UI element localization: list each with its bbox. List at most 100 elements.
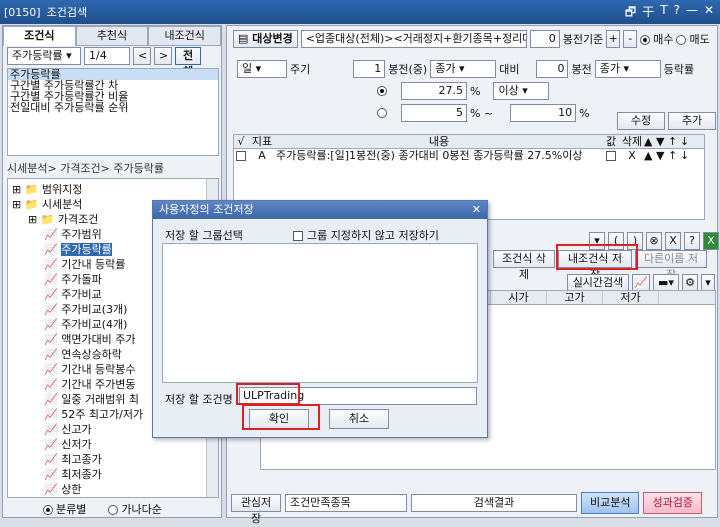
radio-buy[interactable]: 매수 bbox=[640, 31, 673, 47]
row-up-icon[interactable]: ▲ bbox=[644, 149, 656, 163]
value2-input[interactable]: 5 bbox=[401, 104, 467, 122]
close-icon[interactable]: ✕ bbox=[704, 3, 714, 24]
tree-item[interactable]: 📈 상한 bbox=[44, 482, 81, 497]
chart-icon: 📈 bbox=[44, 318, 62, 331]
restore-icon[interactable]: 🗗 bbox=[625, 3, 636, 24]
condition-select[interactable]: 주가등락률 ▾ bbox=[7, 47, 81, 65]
value-row-2: 5 % ~ 10 % bbox=[377, 104, 590, 122]
tab-my-conditions[interactable]: 내조건식 bbox=[148, 26, 222, 46]
grid-col-bottom: ↓ bbox=[680, 135, 690, 148]
tab-recommended[interactable]: 추천식 bbox=[75, 26, 149, 46]
left-tabs: 조건식 추천식 내조건식 bbox=[3, 26, 222, 46]
tree-item[interactable]: 📈 기간내 주가변동 bbox=[44, 377, 136, 392]
condition-toolbar: 주가등락률 ▾ 1/4 < > 전체 bbox=[7, 47, 201, 78]
plus-button[interactable]: + bbox=[606, 30, 621, 48]
circle-icon[interactable]: ⊗ bbox=[646, 232, 662, 250]
change-target-button[interactable]: ▤ 대상변경 bbox=[233, 30, 298, 48]
performance-verify-button[interactable]: 성과검증 bbox=[643, 492, 702, 514]
delete-condition-button[interactable]: 조건식 삭제 bbox=[493, 250, 555, 281]
tree-item[interactable]: 📈 신저가 bbox=[44, 437, 92, 452]
pct-tilde-label: % ~ bbox=[470, 106, 494, 120]
question-icon[interactable]: ? bbox=[684, 232, 700, 250]
tree-item[interactable]: ⊞ 📁 범위지정 bbox=[12, 182, 82, 197]
tree-item[interactable]: 📈 최저종가 bbox=[44, 467, 102, 482]
tree-item-label: 액면가대비 주가 bbox=[61, 333, 136, 346]
radio-sell[interactable]: 매도 bbox=[676, 31, 710, 47]
add-button[interactable]: 추가 bbox=[668, 112, 716, 130]
row-delete[interactable]: X bbox=[620, 149, 644, 163]
row-value-checkbox[interactable] bbox=[606, 151, 616, 161]
window-titlebar: [0150] 조건검색 🗗 干 T ? — ✕ bbox=[0, 0, 720, 24]
bong-input[interactable]: 0 bbox=[529, 30, 560, 48]
tree-item[interactable]: 📈 주가등락률 bbox=[44, 242, 112, 257]
x-icon[interactable]: X bbox=[665, 232, 681, 250]
table-row[interactable]: A 주가등락률:[일]1봉전(중) 종가대비 0봉전 종가등락률 27.5%이상… bbox=[234, 149, 704, 163]
font-icon[interactable]: T bbox=[660, 3, 667, 24]
tree-item[interactable]: 📈 주가돌파 bbox=[44, 272, 102, 287]
bong2-input[interactable]: 0 bbox=[536, 60, 569, 78]
help-icon[interactable]: ? bbox=[674, 3, 680, 24]
tree-item[interactable]: 📈 신고가 bbox=[44, 422, 92, 437]
tree-item-label: 최고종가 bbox=[61, 453, 102, 466]
tree-item[interactable]: 📈 최고종가 bbox=[44, 452, 102, 467]
close-icon[interactable]: ✕ bbox=[472, 201, 481, 219]
row-checkbox[interactable] bbox=[236, 151, 246, 161]
save-favorites-button[interactable]: 관심저장 bbox=[231, 494, 281, 525]
group-list[interactable] bbox=[162, 243, 478, 383]
pin-icon[interactable]: 干 bbox=[642, 3, 654, 24]
tree-item[interactable]: 📈 일중 거래범위 최 bbox=[44, 392, 139, 407]
tree-item[interactable]: 📈 기간내 등락봉수 bbox=[44, 362, 136, 377]
radio-value-2[interactable] bbox=[377, 108, 387, 118]
value3-input[interactable]: 10 bbox=[510, 104, 577, 122]
tree-item[interactable]: 📈 기간내 등락률 bbox=[44, 257, 125, 272]
pct-label: % bbox=[470, 84, 481, 98]
price-select-2[interactable]: 종가 ▾ bbox=[594, 60, 661, 78]
grid-col-check: √ bbox=[237, 135, 245, 148]
radio-value-1[interactable] bbox=[377, 86, 387, 96]
excel-icon[interactable]: X bbox=[703, 232, 719, 250]
row-top-icon[interactable]: ↑ bbox=[668, 149, 680, 163]
value1-input[interactable]: 27.5 bbox=[401, 82, 467, 100]
tree-item[interactable]: 📈 52주 최고가/저가 bbox=[44, 407, 143, 422]
tree-item[interactable]: 📈 연속상승하락 bbox=[44, 347, 122, 362]
tree-item-label: 신고가 bbox=[61, 423, 92, 436]
chart-icon: 📈 bbox=[44, 273, 62, 286]
tree-item[interactable]: 📈 주가비교(3개) bbox=[44, 302, 127, 317]
radio-alphabetical[interactable]: 가나다순 bbox=[108, 501, 162, 517]
compare-analysis-button[interactable]: 비교분석 bbox=[581, 492, 640, 514]
tree-item[interactable]: 📈 주가범위 bbox=[44, 227, 102, 242]
bong1-label: 봉전(중) bbox=[388, 63, 428, 76]
period-select[interactable]: 일 ▾ bbox=[237, 60, 287, 78]
prev-button[interactable]: < bbox=[133, 47, 151, 65]
window-controls: 🗗 干 T ? — ✕ bbox=[625, 3, 714, 24]
tree-item[interactable]: 📈 주가비교 bbox=[44, 287, 102, 302]
tree-item[interactable]: ⊞ 📁 가격조건 bbox=[28, 212, 98, 227]
chart-icon: 📈 bbox=[44, 303, 62, 316]
row-bottom-icon[interactable]: ↓ bbox=[680, 149, 692, 163]
tree-item-label: 최저종가 bbox=[61, 468, 102, 481]
condition-select-2[interactable]: 이상 ▾ bbox=[493, 82, 550, 100]
list-item[interactable]: 전일대비 주가등락률 순위 bbox=[8, 102, 218, 113]
tab-conditions[interactable]: 조건식 bbox=[3, 26, 76, 46]
next-button[interactable]: > bbox=[154, 47, 172, 65]
bottom-bar: 관심저장 조건만족종목 검색결과 비교분석 성과검증 bbox=[227, 488, 717, 525]
radio-by-category[interactable]: 분류별 bbox=[43, 501, 86, 517]
save-as-button[interactable]: 다른이름 저장 bbox=[635, 250, 707, 281]
edit-button[interactable]: 수정 bbox=[617, 112, 665, 130]
chart-icon: 📈 bbox=[44, 408, 62, 421]
minus-button[interactable]: - bbox=[623, 30, 638, 48]
chart-icon: 📈 bbox=[44, 393, 62, 406]
cancel-button[interactable]: 취소 bbox=[329, 409, 389, 429]
row-down-icon[interactable]: ▼ bbox=[656, 149, 668, 163]
tree-item-label: 범위지정 bbox=[41, 183, 83, 196]
bong1-input[interactable]: 1 bbox=[353, 60, 386, 78]
tree-item-label: 주가돌파 bbox=[61, 273, 102, 286]
tree-item[interactable]: ⊞ 📁 시세분석 bbox=[12, 197, 82, 212]
price-select[interactable]: 종가 ▾ bbox=[430, 60, 497, 78]
grid-col-up: ▲ bbox=[644, 135, 653, 148]
all-button[interactable]: 전체 bbox=[175, 47, 201, 78]
tree-item[interactable]: 📈 주가비교(4개) bbox=[44, 317, 127, 332]
no-group-option[interactable]: 그룹 지정하지 않고 저장하기 bbox=[293, 227, 439, 243]
tree-item[interactable]: 📈 액면가대비 주가 bbox=[44, 332, 136, 347]
minimize-icon[interactable]: — bbox=[686, 3, 698, 24]
